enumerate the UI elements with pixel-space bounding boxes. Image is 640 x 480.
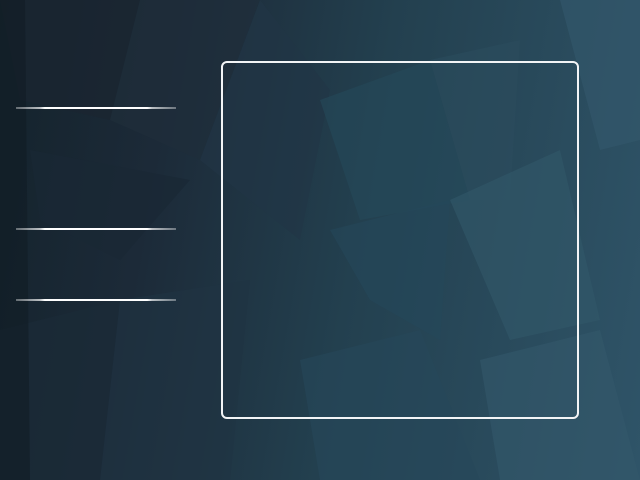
empty-content-panel (221, 61, 579, 419)
sidebar-divider-2 (16, 228, 176, 230)
sidebar-divider-1 (16, 107, 176, 109)
sidebar-divider-3 (16, 299, 176, 301)
